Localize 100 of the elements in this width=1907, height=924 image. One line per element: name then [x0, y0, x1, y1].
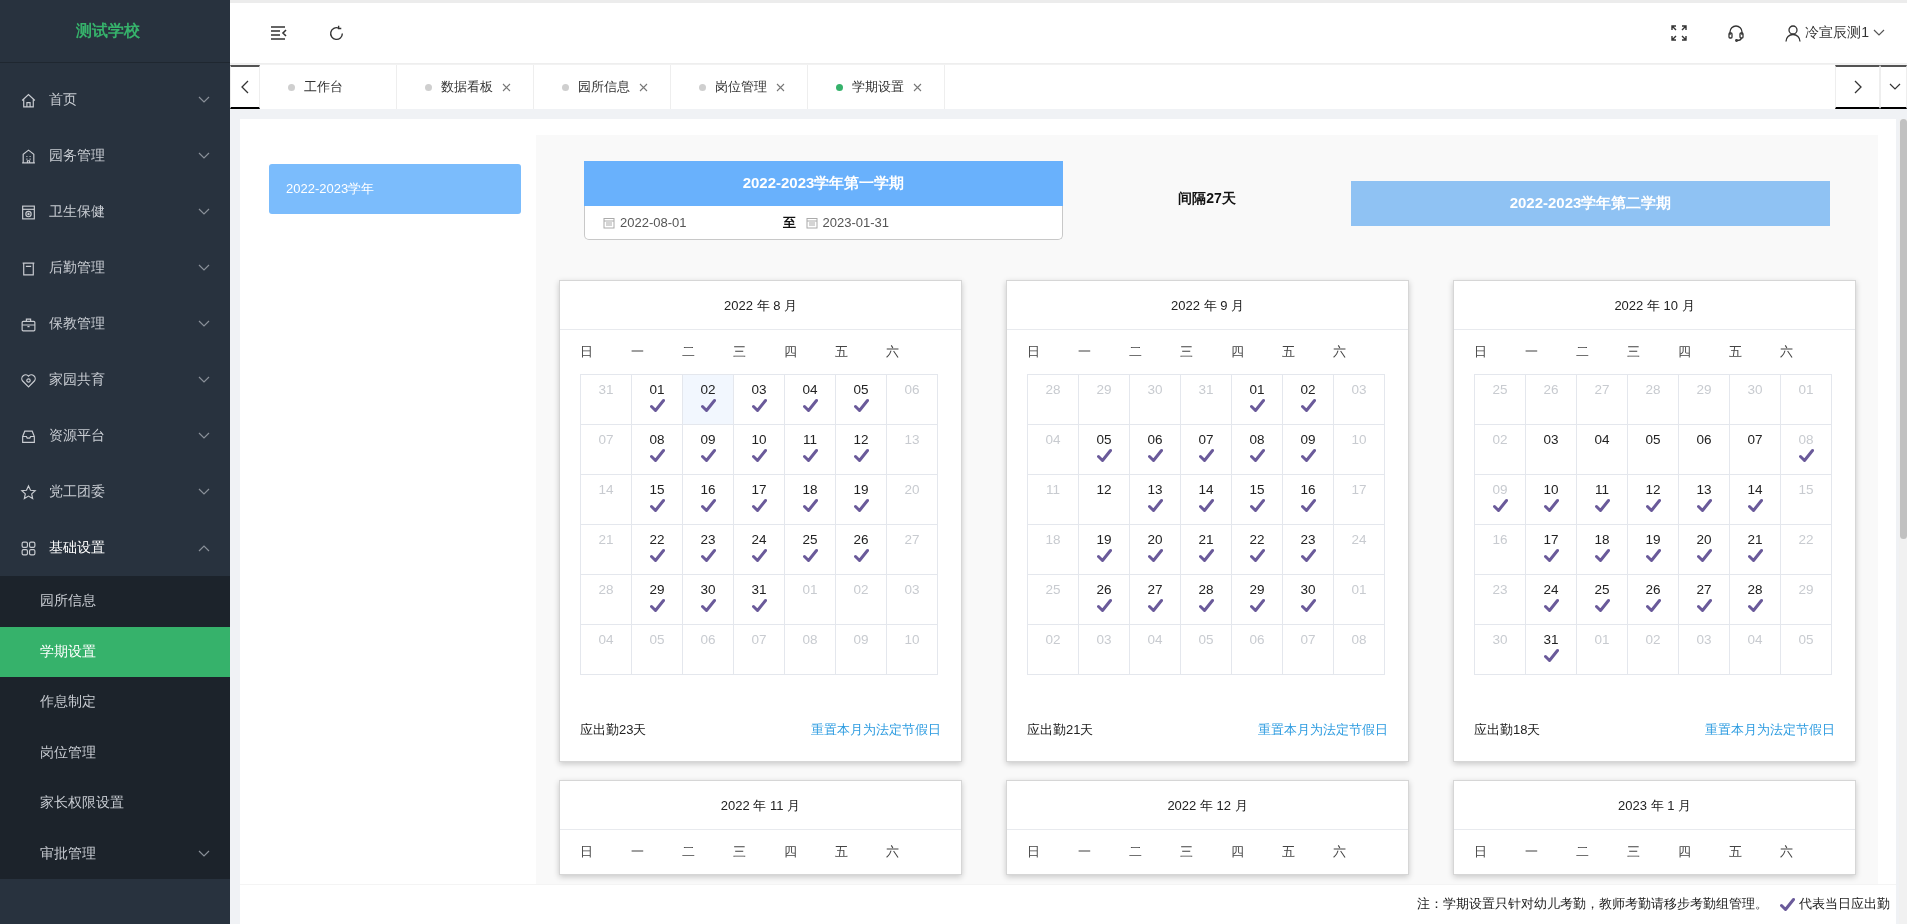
- day-cell[interactable]: 13: [1130, 475, 1181, 525]
- day-cell[interactable]: 10: [734, 425, 785, 475]
- sidebar-menu-item[interactable]: 后勤管理: [0, 240, 230, 296]
- calendar-icon: [603, 216, 615, 229]
- day-cell[interactable]: 12: [836, 425, 887, 475]
- day-cell[interactable]: 26: [1079, 575, 1130, 625]
- day-cell[interactable]: 21: [1181, 525, 1232, 575]
- day-cell[interactable]: 19: [1628, 525, 1679, 575]
- day-cell[interactable]: 18: [785, 475, 836, 525]
- sidebar-menu-item[interactable]: 基础设置: [0, 520, 230, 576]
- close-icon[interactable]: [913, 82, 922, 92]
- day-cell[interactable]: 30: [683, 575, 734, 625]
- day-cell[interactable]: 03: [734, 375, 785, 425]
- headset-button[interactable]: [1727, 24, 1746, 42]
- day-cell[interactable]: 15: [632, 475, 683, 525]
- weekday-label: 三: [733, 843, 747, 861]
- day-cell[interactable]: 11: [785, 425, 836, 475]
- day-cell[interactable]: 04: [785, 375, 836, 425]
- day-cell[interactable]: 28: [1730, 575, 1781, 625]
- sidebar-menu-item[interactable]: 卫生保健: [0, 184, 230, 240]
- day-cell[interactable]: 08: [1232, 425, 1283, 475]
- day-number: 13: [1696, 482, 1712, 497]
- close-icon[interactable]: [776, 82, 785, 92]
- day-cell[interactable]: 16: [683, 475, 734, 525]
- refresh-button[interactable]: [328, 24, 345, 42]
- day-cell[interactable]: 03: [1526, 425, 1577, 475]
- submenu-item[interactable]: 作息制定: [0, 677, 230, 728]
- day-cell[interactable]: 15: [1232, 475, 1283, 525]
- day-cell[interactable]: 26: [1628, 575, 1679, 625]
- day-cell[interactable]: 20: [1130, 525, 1181, 575]
- day-cell[interactable]: 14: [1730, 475, 1781, 525]
- day-cell[interactable]: 12: [1628, 475, 1679, 525]
- day-cell[interactable]: 10: [1526, 475, 1577, 525]
- day-cell[interactable]: 06: [1679, 425, 1730, 475]
- day-cell[interactable]: 23: [1283, 525, 1334, 575]
- day-cell[interactable]: 23: [683, 525, 734, 575]
- day-cell[interactable]: 27: [1130, 575, 1181, 625]
- day-cell[interactable]: 05: [836, 375, 887, 425]
- day-cell[interactable]: 22: [1232, 525, 1283, 575]
- weekday-label: 一: [1078, 843, 1092, 861]
- user-menu[interactable]: 冷宣辰测1: [1785, 24, 1885, 42]
- sidebar-menu-item[interactable]: 资源平台: [0, 408, 230, 464]
- sidebar-menu-item[interactable]: 党工团委: [0, 464, 230, 520]
- day-cell[interactable]: 11: [1577, 475, 1628, 525]
- day-cell[interactable]: 19: [836, 475, 887, 525]
- attendance-days-text: 应出勤23天: [580, 721, 647, 739]
- close-icon[interactable]: [502, 82, 511, 92]
- day-cell[interactable]: 17: [1526, 525, 1577, 575]
- date-range-field[interactable]: 2022-08-01 至 2023-01-31: [584, 206, 1063, 240]
- day-cell[interactable]: 25: [785, 525, 836, 575]
- day-cell[interactable]: 14: [1181, 475, 1232, 525]
- scrollbar[interactable]: [1899, 119, 1907, 924]
- day-cell[interactable]: 07: [1181, 425, 1232, 475]
- day-cell[interactable]: 01: [1232, 375, 1283, 425]
- day-cell[interactable]: 27: [1679, 575, 1730, 625]
- submenu-item[interactable]: 岗位管理: [0, 727, 230, 778]
- day-cell[interactable]: 21: [1730, 525, 1781, 575]
- day-cell[interactable]: 29: [1232, 575, 1283, 625]
- day-cell[interactable]: 22: [632, 525, 683, 575]
- day-cell[interactable]: 17: [734, 475, 785, 525]
- sidebar-menu-item[interactable]: 园务管理: [0, 128, 230, 184]
- day-cell[interactable]: 12: [1079, 475, 1130, 525]
- sidebar-menu-item[interactable]: 保教管理: [0, 296, 230, 352]
- day-cell[interactable]: 18: [1577, 525, 1628, 575]
- fullscreen-button[interactable]: [1671, 25, 1688, 41]
- day-cell[interactable]: 26: [836, 525, 887, 575]
- day-cell[interactable]: 28: [1181, 575, 1232, 625]
- day-cell[interactable]: 16: [1283, 475, 1334, 525]
- sidebar-menu-item[interactable]: 首页: [0, 72, 230, 128]
- tab-menu-button[interactable]: [1880, 65, 1907, 109]
- day-cell[interactable]: 31: [734, 575, 785, 625]
- submenu-item[interactable]: 家长权限设置: [0, 778, 230, 829]
- scroll-left-button[interactable]: [230, 65, 260, 109]
- day-cell[interactable]: 05: [1628, 425, 1679, 475]
- day-cell[interactable]: 25: [1577, 575, 1628, 625]
- day-cell[interactable]: 06: [1130, 425, 1181, 475]
- day-cell[interactable]: 13: [1679, 475, 1730, 525]
- day-cell[interactable]: 07: [1730, 425, 1781, 475]
- day-cell[interactable]: 08: [632, 425, 683, 475]
- scroll-right-button[interactable]: [1835, 65, 1880, 109]
- weekday-label: 六: [886, 343, 900, 361]
- day-cell[interactable]: 09: [683, 425, 734, 475]
- day-cell[interactable]: 30: [1283, 575, 1334, 625]
- day-cell[interactable]: 02: [1283, 375, 1334, 425]
- submenu-item[interactable]: 园所信息: [0, 576, 230, 627]
- day-cell[interactable]: 24: [734, 525, 785, 575]
- close-icon[interactable]: [639, 82, 648, 92]
- submenu-item[interactable]: 审批管理: [0, 828, 230, 879]
- day-cell[interactable]: 31: [1526, 625, 1577, 675]
- day-cell[interactable]: 19: [1079, 525, 1130, 575]
- collapse-menu-button[interactable]: [270, 25, 288, 41]
- day-cell[interactable]: 24: [1526, 575, 1577, 625]
- day-cell[interactable]: 20: [1679, 525, 1730, 575]
- weekday-label: 二: [1576, 843, 1590, 861]
- sidebar-menu-item[interactable]: 家园共育: [0, 352, 230, 408]
- day-cell[interactable]: 04: [1577, 425, 1628, 475]
- day-cell[interactable]: 29: [632, 575, 683, 625]
- day-cell[interactable]: 02: [683, 375, 734, 425]
- day-cell[interactable]: 09: [1283, 425, 1334, 475]
- day-cell[interactable]: 05: [1079, 425, 1130, 475]
